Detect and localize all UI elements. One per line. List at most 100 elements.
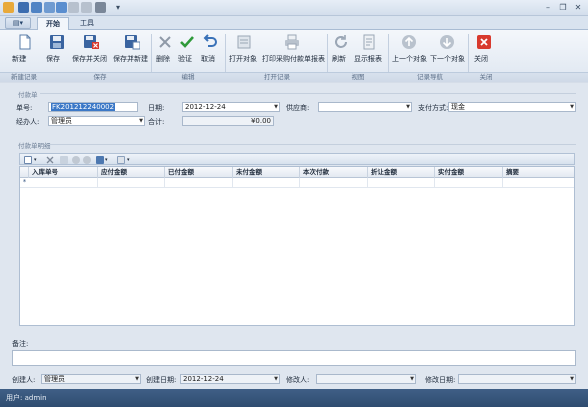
grid-filter-icon[interactable] — [83, 156, 91, 164]
creator-label: 创建人: — [12, 376, 36, 384]
supplier-dropdown-icon[interactable]: ▼ — [406, 103, 410, 111]
section-divider — [40, 93, 576, 94]
col-header[interactable]: 实付金额 — [435, 167, 503, 178]
save-close-button[interactable]: 保存并关闭 — [72, 34, 110, 63]
table-cell[interactable] — [29, 178, 98, 187]
creator-field: 管理员 ▼ — [41, 374, 141, 384]
redo-icon[interactable] — [68, 2, 79, 13]
floppy-icon — [50, 35, 64, 49]
supplier-label: 供应商: — [286, 104, 310, 112]
delete-x-icon — [159, 36, 171, 48]
modifier-dropdown-icon: ▼ — [410, 376, 414, 382]
supplier-select[interactable]: ▼ — [318, 102, 412, 112]
modifier-label: 修改人: — [286, 376, 310, 384]
created-date-value: 2012-12-24 — [183, 375, 224, 383]
restore-icon[interactable]: ❐ — [557, 2, 569, 13]
date-label: 日期: — [148, 104, 165, 112]
tab-tools[interactable]: 工具 — [74, 17, 100, 30]
validate-button[interactable]: 验证 — [178, 34, 196, 63]
show-report-button[interactable]: 显示报表 ▾ — [354, 34, 384, 63]
save-button[interactable]: 保存 — [46, 34, 68, 63]
close-button[interactable]: 关闭 — [474, 34, 494, 63]
grid-copy-icon[interactable] — [60, 156, 68, 164]
save-new-icon — [125, 35, 141, 50]
qa-dropdown-icon[interactable]: ▾ — [112, 2, 124, 13]
grid-settings-icon[interactable] — [117, 156, 125, 164]
grid-new-dropdown-icon[interactable]: ▾ — [34, 156, 42, 164]
undo-icon[interactable] — [56, 2, 67, 13]
col-header[interactable]: 折让金额 — [368, 167, 435, 178]
grid-export-icon[interactable] — [96, 156, 104, 164]
section-detail-title: 付款单明细 — [18, 142, 51, 150]
ribbon-group-labels: 新建记录 保存 编辑 打开记录 视图 记录导航 关闭 — [0, 72, 588, 82]
save-new-button[interactable]: 保存并新建 ▾ — [113, 34, 151, 63]
col-header[interactable]: 未付金额 — [233, 167, 300, 178]
notes-textarea[interactable] — [12, 350, 576, 366]
quick-print-icon[interactable] — [31, 2, 42, 13]
table-cell[interactable] — [503, 178, 574, 187]
handler-select[interactable]: 管理员 ▼ — [48, 116, 145, 126]
title-bar: ▾ – ❐ ✕ — [0, 0, 588, 16]
total-label: 合计: — [148, 118, 165, 126]
quick-save-icon[interactable] — [18, 2, 29, 13]
total-field: ¥0.00 — [182, 116, 274, 126]
grid-refresh-icon[interactable] — [72, 156, 80, 164]
date-dropdown-icon[interactable]: ▼ — [274, 103, 278, 111]
grid-corner — [20, 167, 29, 178]
refresh-quick-icon[interactable] — [81, 2, 92, 13]
group-label-view: 视图 — [351, 73, 365, 81]
close-red-icon — [477, 35, 491, 49]
grid-more-icon[interactable]: ▾ — [127, 156, 135, 164]
grid-new-icon[interactable] — [24, 156, 32, 164]
quick-new-icon[interactable] — [44, 2, 55, 13]
handler-dropdown-icon[interactable]: ▼ — [139, 117, 143, 125]
save-close-icon — [84, 35, 99, 49]
cancel-button[interactable]: 取消 — [201, 34, 219, 63]
section-payment-title: 付款单 — [18, 91, 38, 99]
col-header[interactable]: 摘要 — [503, 167, 574, 178]
number-field[interactable]: FK201212240002 — [48, 102, 138, 112]
status-user: 用户: admin — [6, 394, 47, 402]
total-value: ¥0.00 — [250, 117, 271, 125]
table-cell[interactable] — [300, 178, 368, 187]
tab-start[interactable]: 开始 — [37, 17, 69, 30]
settings-quick-icon[interactable] — [95, 2, 106, 13]
report-icon — [363, 34, 375, 50]
col-header[interactable]: 应付金额 — [98, 167, 165, 178]
group-label-save: 保存 — [93, 73, 107, 81]
modified-date-label: 修改日期: — [425, 376, 456, 384]
ribbon-tabs: ▤▾ 开始 工具 — [0, 16, 588, 30]
print-payment-report-button[interactable]: 打印采购付款单报表 — [262, 34, 325, 63]
detail-grid[interactable]: 入库单号 应付金额 已付金额 未付金额 本次付款 折让金额 实付金额 摘要 * — [19, 166, 575, 326]
refresh-button[interactable]: 刷新 — [332, 34, 350, 63]
arrow-up-icon — [402, 35, 416, 49]
col-header[interactable]: 本次付款 — [300, 167, 368, 178]
col-header[interactable]: 已付金额 — [165, 167, 233, 178]
new-row-star-icon: * — [22, 178, 27, 186]
table-cell[interactable] — [435, 178, 503, 187]
minimize-icon[interactable]: – — [542, 2, 554, 13]
table-cell[interactable] — [98, 178, 165, 187]
prev-object-button[interactable]: 上一个对象 — [392, 34, 427, 63]
date-field[interactable]: 2012-12-24 ▼ — [182, 102, 280, 112]
delete-button[interactable]: 删除 — [156, 34, 174, 63]
next-object-button[interactable]: 下一个对象 — [430, 34, 465, 63]
grid-delete-icon[interactable] — [46, 156, 54, 164]
table-row-new[interactable]: * — [20, 178, 574, 188]
paymethod-select[interactable]: 现金 ▼ — [448, 102, 576, 112]
table-cell[interactable] — [233, 178, 300, 187]
created-date-dropdown-icon: ▼ — [274, 376, 278, 382]
file-menu-button[interactable]: ▤▾ — [5, 17, 31, 29]
group-label-close: 关闭 — [479, 73, 493, 81]
new-button[interactable]: 新建 ▾ — [12, 34, 38, 63]
open-object-button[interactable]: 打开对象 — [229, 34, 259, 63]
paymethod-label: 支付方式: — [418, 104, 449, 112]
grid-export-dropdown-icon[interactable]: ▾ — [105, 156, 113, 164]
table-cell[interactable] — [368, 178, 435, 187]
paymethod-dropdown-icon[interactable]: ▼ — [570, 103, 574, 111]
table-cell[interactable] — [165, 178, 233, 187]
printer-icon — [285, 34, 299, 50]
group-label-new-record: 新建记录 — [11, 73, 37, 81]
close-window-icon[interactable]: ✕ — [572, 2, 584, 13]
col-header[interactable]: 入库单号 — [29, 167, 98, 178]
